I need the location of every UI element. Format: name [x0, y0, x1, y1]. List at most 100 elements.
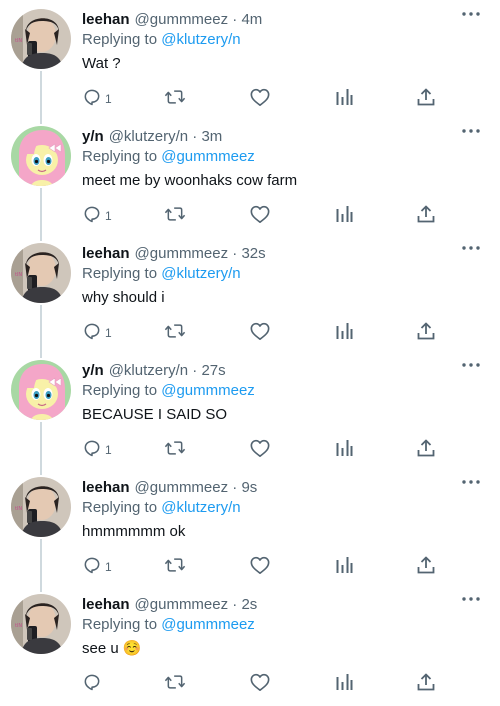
like-button[interactable] [249, 85, 271, 109]
more-dots-icon[interactable] [460, 241, 482, 255]
user-handle[interactable]: @gummmeez [135, 11, 229, 28]
retweet-button[interactable] [164, 553, 186, 577]
replying-to-label: Replying to [82, 148, 158, 165]
stats-button[interactable] [334, 85, 354, 109]
like-button[interactable] [249, 319, 271, 343]
retweet-icon [164, 321, 186, 341]
display-name[interactable]: leehan [82, 596, 130, 613]
tweet[interactable]: y/n @klutzery/n · 27s Replying to @gummme… [0, 351, 500, 468]
like-button[interactable] [249, 436, 271, 460]
tweet-timestamp[interactable]: 2s [241, 596, 257, 613]
pink-pony-avatar-image [11, 360, 71, 420]
retweet-icon [164, 204, 186, 224]
display-name[interactable]: leehan [82, 479, 130, 496]
share-button[interactable] [416, 670, 436, 694]
share-button[interactable] [416, 436, 436, 460]
heart-icon [249, 321, 271, 341]
tweet[interactable]: tIN leehan @gummmeez · 32s Replying to @k… [0, 234, 500, 351]
more-dots-icon[interactable] [460, 358, 482, 372]
tweet[interactable]: tIN leehan @gummmeez · 2s Replying to @gu… [0, 585, 500, 702]
reply-button[interactable]: 1 [82, 319, 112, 343]
share-button[interactable] [416, 85, 436, 109]
reply-mention-link[interactable]: @klutzery/n [161, 31, 240, 48]
replying-to-line: Replying to @klutzery/n [82, 30, 241, 49]
tweet-actions: 1 [82, 436, 442, 460]
reply-mention-link[interactable]: @klutzery/n [161, 265, 240, 282]
avatar[interactable]: tIN [11, 477, 71, 537]
user-handle[interactable]: @gummmeez [135, 245, 229, 262]
retweet-button[interactable] [164, 85, 186, 109]
tweet[interactable]: tIN leehan @gummmeez · 4m Replying to @kl… [0, 0, 500, 117]
display-name[interactable]: y/n [82, 128, 104, 145]
heart-icon [249, 204, 271, 224]
share-button[interactable] [416, 202, 436, 226]
display-name[interactable]: leehan [82, 11, 130, 28]
replying-to-label: Replying to [82, 382, 158, 399]
stats-button[interactable] [334, 553, 354, 577]
tweet-actions: 1 [82, 202, 442, 226]
more-dots-icon[interactable] [460, 7, 482, 21]
reply-mention-link[interactable]: @klutzery/n [161, 499, 240, 516]
tweet-timestamp[interactable]: 3m [201, 128, 222, 145]
reply-button[interactable]: 1 [82, 553, 112, 577]
share-upload-icon [416, 321, 436, 341]
stats-button[interactable] [334, 202, 354, 226]
display-name[interactable]: leehan [82, 245, 130, 262]
avatar[interactable] [11, 360, 71, 420]
heart-icon [249, 672, 271, 692]
stats-bars-icon [334, 672, 354, 692]
retweet-button[interactable] [164, 436, 186, 460]
stats-button[interactable] [334, 670, 354, 694]
reply-bubble-icon [82, 672, 102, 692]
reply-count: 1 [105, 92, 112, 106]
tweet[interactable]: y/n @klutzery/n · 3m Replying to @gummmee… [0, 117, 500, 234]
reply-button[interactable]: 1 [82, 85, 112, 109]
reply-button[interactable]: 1 [82, 436, 112, 460]
reply-button[interactable] [82, 670, 105, 694]
reply-mention-link[interactable]: @gummmeez [161, 148, 255, 165]
avatar[interactable] [11, 126, 71, 186]
user-handle[interactable]: @klutzery/n [109, 128, 188, 145]
reply-bubble-icon [82, 87, 102, 107]
replying-to-line: Replying to @klutzery/n [82, 264, 241, 283]
like-button[interactable] [249, 670, 271, 694]
tweet[interactable]: tIN leehan @gummmeez · 9s Replying to @kl… [0, 468, 500, 585]
separator-dot: · [232, 479, 238, 496]
stats-button[interactable] [334, 436, 354, 460]
stats-bars-icon [334, 321, 354, 341]
reply-count: 1 [105, 443, 112, 457]
reply-thread: tIN leehan @gummmeez · 4m Replying to @kl… [0, 0, 500, 706]
more-dots-icon[interactable] [460, 592, 482, 606]
retweet-button[interactable] [164, 319, 186, 343]
reply-mention-link[interactable]: @gummmeez [161, 382, 255, 399]
share-button[interactable] [416, 553, 436, 577]
user-handle[interactable]: @gummmeez [135, 596, 229, 613]
more-dots-icon[interactable] [460, 475, 482, 489]
share-button[interactable] [416, 319, 436, 343]
user-handle[interactable]: @klutzery/n [109, 362, 188, 379]
stats-button[interactable] [334, 319, 354, 343]
tweet-timestamp[interactable]: 4m [241, 11, 262, 28]
reply-button[interactable]: 1 [82, 202, 112, 226]
heart-icon [249, 438, 271, 458]
retweet-button[interactable] [164, 202, 186, 226]
more-dots-icon[interactable] [460, 124, 482, 138]
tweet-timestamp[interactable]: 27s [201, 362, 225, 379]
user-handle[interactable]: @gummmeez [135, 479, 229, 496]
avatar[interactable]: tIN [11, 243, 71, 303]
display-name[interactable]: y/n [82, 362, 104, 379]
tweet-text: why should i [82, 289, 165, 306]
tweet-header: y/n @klutzery/n · 3m [82, 127, 222, 146]
tweet-text: hmmmmmm ok [82, 523, 186, 540]
like-button[interactable] [249, 553, 271, 577]
separator-dot: · [192, 128, 198, 145]
like-button[interactable] [249, 202, 271, 226]
replying-to-label: Replying to [82, 499, 158, 516]
reply-mention-link[interactable]: @gummmeez [161, 616, 255, 633]
avatar[interactable]: tIN [11, 9, 71, 69]
retweet-button[interactable] [164, 670, 186, 694]
avatar[interactable]: tIN [11, 594, 71, 654]
tweet-timestamp[interactable]: 9s [241, 479, 257, 496]
tweet-timestamp[interactable]: 32s [241, 245, 265, 262]
replying-to-line: Replying to @gummmeez [82, 147, 255, 166]
